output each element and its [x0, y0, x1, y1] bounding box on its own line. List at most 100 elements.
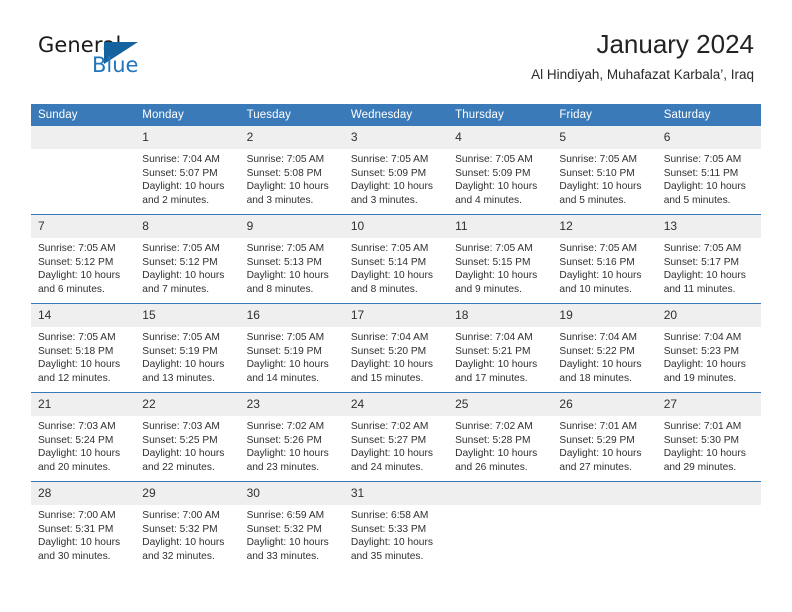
day-number: 16: [239, 304, 344, 327]
sunset-text: Sunset: 5:30 PM: [663, 434, 740, 446]
calendar-cell-day[interactable]: 12 Sunrise: 7:05 AM Sunset: 5:16 PM Dayligh…: [552, 214, 657, 304]
daylight-text-line2: and 13 minutes.: [142, 372, 215, 384]
calendar-cell-day[interactable]: 11 Sunrise: 7:05 AM Sunset: 5:15 PM Dayligh…: [448, 214, 553, 304]
daylight-text-line1: Daylight: 10 hours: [142, 270, 225, 282]
weekday-header-thursday: Thursday: [448, 104, 553, 126]
sunrise-text: Sunrise: 7:05 AM: [455, 243, 533, 254]
sunrise-text: Sunrise: 7:04 AM: [455, 332, 533, 343]
sunrise-text: Sunrise: 7:05 AM: [142, 243, 220, 254]
day-number: [448, 482, 553, 505]
calendar-cell-day[interactable]: 31 Sunrise: 6:58 AM Sunset: 5:33 PM Dayligh…: [343, 481, 449, 570]
day-cell-content: 22 Sunrise: 7:03 AM Sunset: 5:25 PM Dayligh…: [135, 393, 240, 481]
calendar-cell-day[interactable]: 5 Sunrise: 7:05 AM Sunset: 5:10 PM Daylight…: [552, 126, 657, 215]
sunrise-text: Sunrise: 7:05 AM: [246, 243, 325, 254]
sunset-text: Sunset: 5:21 PM: [455, 345, 531, 357]
page-header: General Blue January 2024 Al Hindiyah, M…: [0, 0, 792, 82]
calendar-cell-day[interactable]: 29 Sunrise: 7:00 AM Sunset: 5:32 PM Dayligh…: [135, 481, 240, 570]
sunrise-text: Sunrise: 7:01 AM: [559, 421, 637, 432]
day-details: Sunrise: 7:01 AM Sunset: 5:30 PM Daylight:…: [657, 416, 761, 474]
calendar-week-row: 14 Sunrise: 7:05 AM Sunset: 5:18 PM Dayligh…: [31, 303, 761, 393]
day-cell-content: 6 Sunrise: 7:05 AM Sunset: 5:11 PM Daylight…: [656, 126, 761, 214]
daylight-text-line2: and 10 minutes.: [559, 283, 632, 295]
sunrise-text: Sunrise: 7:01 AM: [663, 421, 742, 432]
calendar-cell-day[interactable]: 2 Sunrise: 7:05 AM Sunset: 5:08 PM Daylight…: [239, 126, 344, 215]
day-details: Sunrise: 7:05 AM Sunset: 5:12 PM Daylight:…: [135, 238, 239, 296]
sunset-text: Sunset: 5:33 PM: [350, 523, 427, 535]
calendar-cell-day[interactable]: 25 Sunrise: 7:02 AM Sunset: 5:28 PM Dayligh…: [448, 392, 553, 482]
day-cell-content: [656, 482, 761, 570]
day-number: [656, 482, 761, 505]
day-cell-content: 13 Sunrise: 7:05 AM Sunset: 5:17 PM Dayligh…: [656, 215, 761, 303]
weekday-header-friday: Friday: [552, 104, 657, 126]
sunset-text: Sunset: 5:18 PM: [38, 345, 114, 357]
calendar-cell-day[interactable]: 24 Sunrise: 7:02 AM Sunset: 5:27 PM Dayligh…: [343, 392, 449, 482]
sunset-text: Sunset: 5:22 PM: [559, 345, 635, 357]
day-cell-content: 11 Sunrise: 7:05 AM Sunset: 5:15 PM Dayligh…: [448, 215, 553, 303]
calendar-cell-day[interactable]: 1 Sunrise: 7:04 AM Sunset: 5:07 PM Daylight…: [135, 126, 240, 215]
day-details: Sunrise: 7:04 AM Sunset: 5:22 PM Daylight:…: [552, 327, 656, 385]
sunrise-text: Sunrise: 7:03 AM: [142, 421, 220, 432]
day-number: 7: [31, 215, 136, 238]
calendar-cell-day[interactable]: 10 Sunrise: 7:05 AM Sunset: 5:14 PM Dayligh…: [343, 214, 449, 304]
calendar-cell-day[interactable]: 17 Sunrise: 7:04 AM Sunset: 5:20 PM Dayligh…: [343, 303, 449, 393]
calendar-cell-day[interactable]: 30 Sunrise: 6:59 AM Sunset: 5:32 PM Dayligh…: [239, 481, 344, 570]
sunset-text: Sunset: 5:16 PM: [559, 256, 635, 268]
calendar-cell-day[interactable]: 3 Sunrise: 7:05 AM Sunset: 5:09 PM Daylight…: [343, 126, 449, 215]
calendar-cell-day[interactable]: 23 Sunrise: 7:02 AM Sunset: 5:26 PM Dayligh…: [239, 392, 344, 482]
calendar-cell-day[interactable]: 22 Sunrise: 7:03 AM Sunset: 5:25 PM Dayligh…: [135, 392, 240, 482]
calendar-cell-day[interactable]: 13 Sunrise: 7:05 AM Sunset: 5:17 PM Dayligh…: [656, 214, 761, 304]
day-number: 13: [656, 215, 761, 238]
daylight-text-line1: Daylight: 10 hours: [663, 448, 746, 460]
sunset-text: Sunset: 5:10 PM: [559, 167, 635, 179]
day-number: 15: [135, 304, 240, 327]
day-cell-content: 7 Sunrise: 7:05 AM Sunset: 5:12 PM Daylight…: [31, 215, 136, 303]
daylight-text-line1: Daylight: 10 hours: [142, 181, 225, 193]
day-details: Sunrise: 7:05 AM Sunset: 5:19 PM Daylight:…: [240, 327, 344, 385]
day-details: Sunrise: 7:04 AM Sunset: 5:21 PM Daylight:…: [448, 327, 552, 385]
sunset-text: Sunset: 5:29 PM: [559, 434, 635, 446]
calendar-cell-day[interactable]: 19 Sunrise: 7:04 AM Sunset: 5:22 PM Dayligh…: [552, 303, 657, 393]
day-number: 28: [31, 482, 136, 505]
calendar-cell-day[interactable]: 26 Sunrise: 7:01 AM Sunset: 5:29 PM Dayligh…: [552, 392, 657, 482]
sunrise-text: Sunrise: 7:05 AM: [142, 332, 220, 343]
sunrise-text: Sunrise: 7:04 AM: [350, 332, 429, 343]
sunset-text: Sunset: 5:17 PM: [663, 256, 740, 268]
weekday-header-tuesday: Tuesday: [239, 104, 344, 126]
calendar-cell-day[interactable]: 6 Sunrise: 7:05 AM Sunset: 5:11 PM Daylight…: [656, 126, 761, 215]
sunrise-text: Sunrise: 7:05 AM: [559, 154, 637, 165]
calendar-cell-day[interactable]: 4 Sunrise: 7:05 AM Sunset: 5:09 PM Daylight…: [448, 126, 553, 215]
sunset-text: Sunset: 5:31 PM: [38, 523, 114, 535]
calendar-cell-day[interactable]: 20 Sunrise: 7:04 AM Sunset: 5:23 PM Dayligh…: [656, 303, 761, 393]
calendar-cell-day[interactable]: 15 Sunrise: 7:05 AM Sunset: 5:19 PM Dayligh…: [135, 303, 240, 393]
sunrise-text: Sunrise: 7:05 AM: [455, 154, 533, 165]
brand-logo[interactable]: General Blue: [38, 33, 238, 79]
calendar-cell-day[interactable]: 14 Sunrise: 7:05 AM Sunset: 5:18 PM Dayligh…: [31, 303, 136, 393]
day-details: Sunrise: 7:04 AM Sunset: 5:20 PM Daylight:…: [344, 327, 448, 385]
sunset-text: Sunset: 5:27 PM: [350, 434, 427, 446]
calendar-cell-day[interactable]: 28 Sunrise: 7:00 AM Sunset: 5:31 PM Dayligh…: [31, 481, 136, 570]
daylight-text-line1: Daylight: 10 hours: [38, 359, 121, 371]
day-number: 31: [343, 482, 449, 505]
sunrise-text: Sunrise: 7:04 AM: [559, 332, 637, 343]
daylight-text-line1: Daylight: 10 hours: [246, 270, 329, 282]
calendar-week-row: 28 Sunrise: 7:00 AM Sunset: 5:31 PM Dayligh…: [31, 481, 761, 570]
calendar-cell-empty: [552, 481, 657, 570]
day-cell-content: 23 Sunrise: 7:02 AM Sunset: 5:26 PM Dayligh…: [239, 393, 344, 481]
daylight-text-line1: Daylight: 10 hours: [663, 181, 746, 193]
calendar-cell-day[interactable]: 9 Sunrise: 7:05 AM Sunset: 5:13 PM Daylight…: [239, 214, 344, 304]
calendar-cell-day[interactable]: 8 Sunrise: 7:05 AM Sunset: 5:12 PM Daylight…: [135, 214, 240, 304]
daylight-text-line2: and 5 minutes.: [559, 194, 627, 206]
calendar-cell-day[interactable]: 18 Sunrise: 7:04 AM Sunset: 5:21 PM Dayligh…: [448, 303, 553, 393]
calendar-cell-day[interactable]: 21 Sunrise: 7:03 AM Sunset: 5:24 PM Dayligh…: [31, 392, 136, 482]
sunset-text: Sunset: 5:09 PM: [455, 167, 531, 179]
day-number: 3: [343, 126, 449, 149]
day-cell-content: 24 Sunrise: 7:02 AM Sunset: 5:27 PM Dayligh…: [343, 393, 449, 481]
sunrise-text: Sunrise: 7:04 AM: [663, 332, 742, 343]
day-number: 1: [135, 126, 240, 149]
sunrise-text: Sunrise: 7:05 AM: [246, 332, 325, 343]
sunrise-text: Sunrise: 7:05 AM: [38, 332, 116, 343]
calendar-cell-day[interactable]: 16 Sunrise: 7:05 AM Sunset: 5:19 PM Dayligh…: [239, 303, 344, 393]
daylight-text-line1: Daylight: 10 hours: [246, 537, 329, 549]
calendar-cell-day[interactable]: 7 Sunrise: 7:05 AM Sunset: 5:12 PM Daylight…: [31, 214, 136, 304]
calendar-cell-day[interactable]: 27 Sunrise: 7:01 AM Sunset: 5:30 PM Dayligh…: [656, 392, 761, 482]
